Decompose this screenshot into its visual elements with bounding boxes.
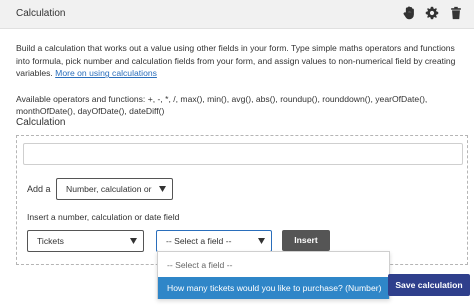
- operators-text: Available operators and functions: +, -,…: [16, 94, 428, 116]
- drag-hand-icon[interactable]: [402, 6, 416, 20]
- trash-icon[interactable]: [449, 6, 463, 20]
- save-calculation-button[interactable]: Save calculation: [388, 274, 470, 296]
- add-type-select-value: Number, calculation or: [66, 184, 152, 194]
- description: Build a calculation that works out a val…: [16, 42, 466, 80]
- calculation-label: Calculation: [16, 117, 66, 128]
- add-a-label: Add a: [27, 184, 51, 194]
- dropdown-option-tickets-question[interactable]: How many tickets would you like to purch…: [158, 277, 389, 299]
- panel-header: Calculation: [0, 0, 474, 29]
- insert-field-label: Insert a number, calculation or date fie…: [27, 212, 180, 222]
- field-select-value: -- Select a field --: [166, 236, 232, 246]
- gear-icon[interactable]: [425, 6, 439, 20]
- chevron-down-icon: [130, 238, 137, 244]
- insert-button[interactable]: Insert: [282, 230, 330, 251]
- chevron-down-icon: [258, 238, 265, 244]
- field-dropdown-list: -- Select a field -- How many tickets wo…: [157, 251, 390, 299]
- add-type-select[interactable]: Number, calculation or: [56, 178, 173, 200]
- formula-input[interactable]: [23, 143, 463, 165]
- field-select[interactable]: -- Select a field --: [156, 230, 272, 252]
- dropdown-option-placeholder[interactable]: -- Select a field --: [158, 254, 389, 276]
- chevron-down-icon: [159, 186, 166, 192]
- page-select-value: Tickets: [37, 236, 64, 246]
- page-select[interactable]: Tickets: [27, 230, 144, 252]
- more-info-link[interactable]: More on using calculations: [55, 68, 157, 78]
- panel-title: Calculation: [16, 8, 66, 19]
